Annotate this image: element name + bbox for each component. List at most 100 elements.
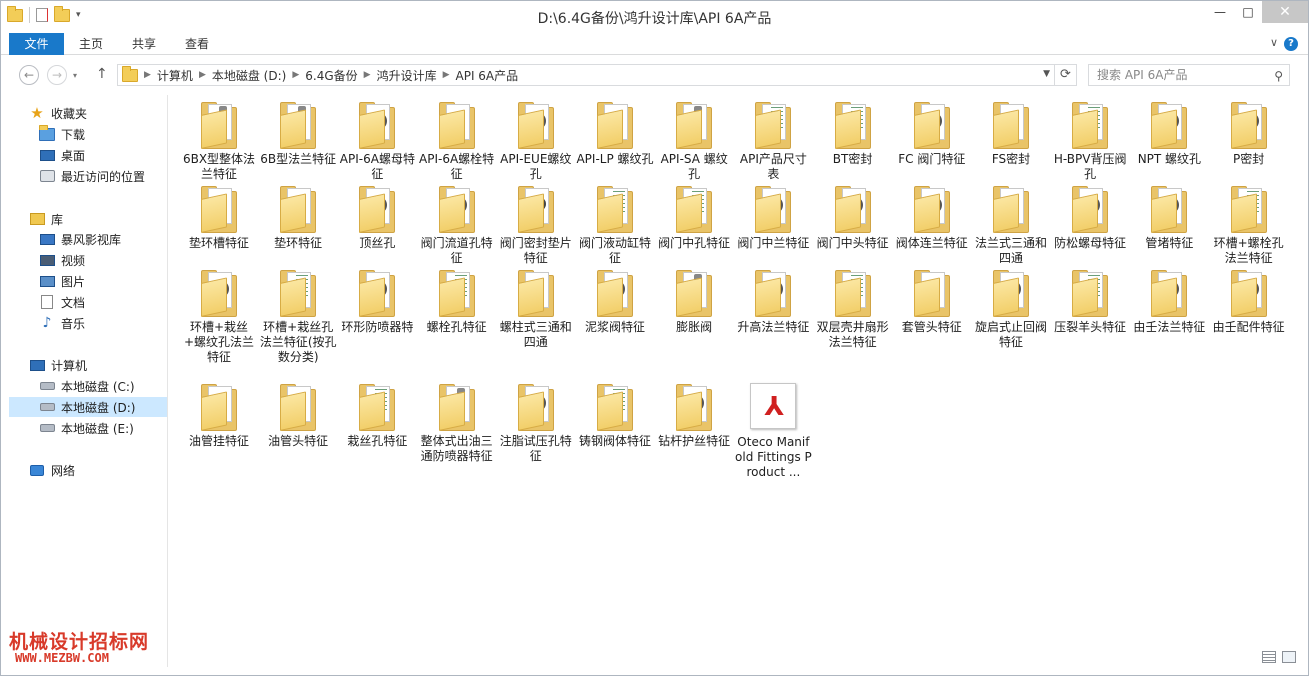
sidebar-item-drive-c[interactable]: 本地磁盘 (C:)	[39, 376, 135, 396]
folder-item[interactable]: 垫环特征	[259, 185, 337, 251]
folder-item[interactable]: 阀门中头特征	[814, 185, 892, 251]
folder-item[interactable]: BT密封	[814, 101, 892, 167]
forward-button[interactable]: →	[47, 65, 67, 85]
collapse-ribbon-icon[interactable]: ∨	[1270, 36, 1278, 49]
folder-item[interactable]: 双层壳井扇形法兰特征	[814, 269, 892, 350]
folder-item[interactable]: 6B型法兰特征	[259, 101, 337, 167]
folder-item[interactable]: 环形防喷器特	[338, 269, 416, 335]
folder-item[interactable]: 油管挂特征	[180, 383, 258, 449]
tab-file[interactable]: 文件	[9, 33, 64, 55]
folder-item[interactable]: 环槽+栽丝孔法兰特征(按孔数分类)	[259, 269, 337, 365]
folder-item[interactable]: 螺栓孔特征	[418, 269, 496, 335]
address-dropdown-icon[interactable]: ▼	[1043, 69, 1050, 79]
tab-view[interactable]: 查看	[177, 33, 217, 55]
address-bar[interactable]: ▶ 计算机 ▶ 本地磁盘 (D:) ▶ 6.4G备份 ▶ 鸿升设计库 ▶ API…	[117, 64, 1077, 86]
help-icon[interactable]: ?	[1284, 37, 1298, 51]
folder-label: API-6A螺母特征	[339, 152, 415, 181]
details-view-icon[interactable]	[1262, 651, 1276, 663]
chevron-right-icon[interactable]: ▶	[292, 70, 299, 80]
sidebar-favorites[interactable]: ★ 收藏夹	[29, 103, 87, 123]
recent-locations-icon[interactable]: ▾	[73, 71, 77, 80]
back-button[interactable]: ←	[19, 65, 39, 85]
folder-item[interactable]: 钻杆护丝特征	[655, 383, 733, 449]
folder-item[interactable]: 阀门中孔特征	[655, 185, 733, 251]
folder-item[interactable]: P密封	[1210, 101, 1288, 167]
folder-item[interactable]: 阀体连兰特征	[893, 185, 971, 251]
folder-item[interactable]: 由壬配件特征	[1210, 269, 1288, 335]
folder-item[interactable]: 整体式出油三通防喷器特征	[418, 383, 496, 464]
folder-item[interactable]: 阀门液动缸特征	[576, 185, 654, 266]
folder-item[interactable]: API-EUE螺纹孔	[497, 101, 575, 182]
folder-icon	[353, 383, 401, 431]
pdf-file-item[interactable]: ⅄ Oteco Manifold Fittings Product ...	[734, 383, 812, 480]
sidebar-item-pictures[interactable]: 图片	[39, 271, 85, 291]
folder-item[interactable]: 6BX型整体法兰特征	[180, 101, 258, 182]
folder-item[interactable]: API-SA 螺纹孔	[655, 101, 733, 182]
sidebar-libraries[interactable]: 库	[29, 209, 63, 229]
breadcrumb-backup[interactable]: 6.4G备份	[299, 67, 363, 84]
sidebar-item-baofeng[interactable]: 暴风影视库	[39, 229, 121, 249]
search-input[interactable]: 搜索 API 6A产品 ⚲	[1088, 64, 1290, 86]
sidebar-computer[interactable]: 计算机	[29, 355, 87, 375]
folder-item[interactable]: 环槽+栽丝+螺纹孔法兰特征	[180, 269, 258, 365]
folder-item[interactable]: H-BPV背压阀孔	[1051, 101, 1129, 182]
maximize-button[interactable]: □	[1234, 1, 1262, 23]
folder-item[interactable]: FC 阀门特征	[893, 101, 971, 167]
close-button[interactable]: ✕	[1262, 1, 1308, 23]
folder-item[interactable]: 阀门中兰特征	[734, 185, 812, 251]
folder-item[interactable]: 顶丝孔	[338, 185, 416, 251]
folder-item[interactable]: 压裂羊头特征	[1051, 269, 1129, 335]
folder-item[interactable]: API-6A螺母特征	[338, 101, 416, 182]
sidebar-network[interactable]: 网络	[29, 460, 75, 480]
folder-item[interactable]: 注脂试压孔特征	[497, 383, 575, 464]
folder-item[interactable]: 升高法兰特征	[734, 269, 812, 335]
search-icon[interactable]: ⚲	[1274, 66, 1283, 86]
chevron-right-icon[interactable]: ▶	[144, 70, 151, 80]
folder-item[interactable]: NPT 螺纹孔	[1130, 101, 1208, 167]
tab-home[interactable]: 主页	[71, 33, 111, 55]
folder-item[interactable]: 泥浆阀特征	[576, 269, 654, 335]
sidebar-item-recent[interactable]: 最近访问的位置	[39, 166, 145, 186]
folder-item[interactable]: 阀门流道孔特征	[418, 185, 496, 266]
breadcrumb-api6a[interactable]: API 6A产品	[450, 67, 525, 84]
folder-item[interactable]: 膨胀阀	[655, 269, 733, 335]
folder-item[interactable]: API产品尺寸表	[734, 101, 812, 182]
breadcrumb-computer[interactable]: 计算机	[151, 67, 199, 84]
folder-item[interactable]: 铸钢阀体特征	[576, 383, 654, 449]
up-button[interactable]: ↑	[96, 66, 108, 82]
folder-item[interactable]: 环槽+螺栓孔法兰特征	[1210, 185, 1288, 266]
folder-item[interactable]: 由壬法兰特征	[1130, 269, 1208, 335]
folder-icon	[512, 101, 560, 149]
chevron-right-icon[interactable]: ▶	[443, 70, 450, 80]
folder-item[interactable]: API-6A螺栓特征	[418, 101, 496, 182]
tab-share[interactable]: 共享	[124, 33, 164, 55]
folder-item[interactable]: 垫环槽特征	[180, 185, 258, 251]
breadcrumb-drive-d[interactable]: 本地磁盘 (D:)	[206, 67, 292, 84]
folder-item[interactable]: 旋启式止回阀特征	[972, 269, 1050, 350]
sidebar-item-videos[interactable]: 视频	[39, 250, 85, 270]
chevron-right-icon[interactable]: ▶	[364, 70, 371, 80]
large-icons-view-icon[interactable]	[1282, 651, 1296, 663]
folder-item[interactable]: API-LP 螺纹孔	[576, 101, 654, 167]
folder-item[interactable]: 套管头特征	[893, 269, 971, 335]
folder-item[interactable]: FS密封	[972, 101, 1050, 167]
folder-item[interactable]: 油管头特征	[259, 383, 337, 449]
sidebar-item-drive-e[interactable]: 本地磁盘 (E:)	[39, 418, 134, 438]
minimize-button[interactable]: —	[1206, 1, 1234, 23]
sidebar-item-music[interactable]: ♪ 音乐	[39, 313, 85, 333]
sidebar-item-desktop[interactable]: 桌面	[39, 145, 85, 165]
folder-item[interactable]: 栽丝孔特征	[338, 383, 416, 449]
folder-item[interactable]: 管堵特征	[1130, 185, 1208, 251]
refresh-button[interactable]: ⟳	[1054, 65, 1076, 85]
folder-item[interactable]: 防松螺母特征	[1051, 185, 1129, 251]
folder-item[interactable]: 阀门密封垫片特征	[497, 185, 575, 266]
chevron-right-icon[interactable]: ▶	[199, 70, 206, 80]
folder-item[interactable]: 螺柱式三通和四通	[497, 269, 575, 350]
folder-item[interactable]: 法兰式三通和四通	[972, 185, 1050, 266]
folder-label: 阀门流道孔特征	[420, 236, 493, 265]
sidebar-item-documents[interactable]: 文档	[39, 292, 85, 312]
sidebar-item-drive-d[interactable]: 本地磁盘 (D:)	[9, 397, 167, 417]
breadcrumb-design-lib[interactable]: 鸿升设计库	[371, 67, 443, 84]
sidebar-item-downloads[interactable]: 下载	[39, 124, 85, 144]
watermark-title: 机械设计招标网	[9, 631, 150, 653]
